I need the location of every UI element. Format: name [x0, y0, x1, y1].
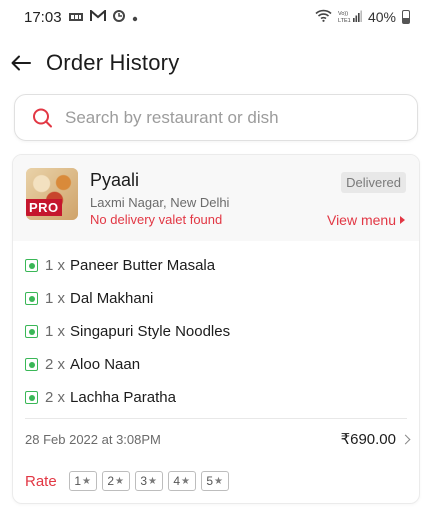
rating-value: 2 — [107, 474, 115, 488]
order-card-header: PRO Pyaali Laxmi Nagar, New Delhi No del… — [13, 155, 419, 241]
restaurant-thumbnail: PRO — [26, 168, 78, 220]
rate-4-button[interactable]: 4 ★ — [167, 471, 196, 491]
star-icon: ★ — [214, 475, 224, 487]
rating-value: 5 — [206, 474, 214, 488]
order-card[interactable]: PRO Pyaali Laxmi Nagar, New Delhi No del… — [12, 154, 420, 504]
veg-icon — [25, 358, 38, 371]
gmail-icon — [89, 8, 106, 26]
item-quantity: 1 x — [45, 257, 66, 274]
order-total: ₹690.00 — [340, 431, 396, 448]
order-total-link[interactable]: ₹690.00 — [340, 430, 411, 448]
list-item: 2 x Lachha Paratha — [25, 381, 405, 414]
battery-percent: 40% — [367, 9, 396, 25]
veg-icon — [25, 292, 38, 305]
svg-text:Vo)): Vo)) — [338, 11, 348, 17]
rating-value: 3 — [140, 474, 148, 488]
status-left: 17:03 — [24, 8, 138, 26]
more-dot-icon — [132, 9, 138, 26]
item-name: Paneer Butter Masala — [70, 257, 216, 274]
delivery-note: No delivery valet found — [90, 212, 223, 227]
veg-icon — [25, 391, 38, 404]
lte-signal-icon: Vo)) LTE1 — [338, 9, 362, 26]
page-title: Order History — [46, 50, 180, 75]
rate-5-button[interactable]: 5 ★ — [200, 471, 229, 491]
battery-icon — [402, 10, 410, 24]
order-items-list: 1 x Paneer Butter Masala 1 x Dal Makhani… — [25, 249, 405, 414]
star-icon: ★ — [181, 475, 191, 487]
app-header: Order History — [0, 44, 432, 82]
notification-app-icon — [68, 9, 83, 26]
veg-icon — [25, 259, 38, 272]
item-name: Lachha Paratha — [70, 389, 176, 406]
item-name: Aloo Naan — [70, 356, 141, 373]
status-time: 17:03 — [24, 8, 62, 26]
rating-row: Rate 1 ★ 2 ★ 3 ★ 4 ★ 5 ★ — [25, 471, 234, 491]
star-icon: ★ — [115, 475, 125, 487]
pro-badge: PRO — [26, 199, 62, 216]
search-bar[interactable] — [14, 94, 418, 141]
order-meta: 28 Feb 2022 at 3:08PM ₹690.00 — [25, 427, 411, 451]
back-arrow-icon — [11, 55, 31, 71]
rate-1-button[interactable]: 1 ★ — [68, 471, 97, 491]
status-bar: 17:03 Vo)) LTE1 40% — [0, 0, 432, 34]
divider — [25, 418, 407, 419]
item-name: Dal Makhani — [70, 290, 154, 307]
svg-text:LTE1: LTE1 — [338, 18, 351, 23]
star-icon: ★ — [82, 475, 92, 487]
chevron-right-icon — [400, 434, 411, 444]
rating-value: 1 — [74, 474, 82, 488]
list-item: 1 x Dal Makhani — [25, 282, 405, 315]
search-icon — [33, 108, 52, 127]
restaurant-name: Pyaali — [90, 170, 140, 190]
view-menu-label: View menu — [326, 212, 396, 228]
rate-2-button[interactable]: 2 ★ — [101, 471, 130, 491]
rating-value: 4 — [173, 474, 181, 488]
list-item: 1 x Singapuri Style Noodles — [25, 315, 405, 348]
item-quantity: 1 x — [45, 290, 66, 307]
item-quantity: 2 x — [45, 356, 66, 373]
list-item: 1 x Paneer Butter Masala — [25, 249, 405, 282]
caret-right-icon — [400, 216, 405, 224]
star-icon: ★ — [148, 475, 158, 487]
restaurant-location: Laxmi Nagar, New Delhi — [90, 195, 230, 210]
notification-circle-icon — [112, 9, 125, 26]
item-quantity: 2 x — [45, 389, 66, 406]
back-button[interactable] — [0, 44, 46, 82]
rate-3-button[interactable]: 3 ★ — [134, 471, 163, 491]
item-name: Singapuri Style Noodles — [70, 323, 231, 340]
view-menu-link[interactable]: View menu — [327, 212, 405, 228]
status-right: Vo)) LTE1 40% — [315, 9, 410, 26]
item-quantity: 1 x — [45, 323, 66, 340]
search-input[interactable] — [65, 107, 395, 128]
list-item: 2 x Aloo Naan — [25, 348, 405, 381]
veg-icon — [25, 325, 38, 338]
rate-label: Rate — [25, 472, 57, 490]
order-date: 28 Feb 2022 at 3:08PM — [25, 431, 161, 447]
status-badge: Delivered — [341, 172, 406, 193]
wifi-icon — [315, 9, 332, 25]
